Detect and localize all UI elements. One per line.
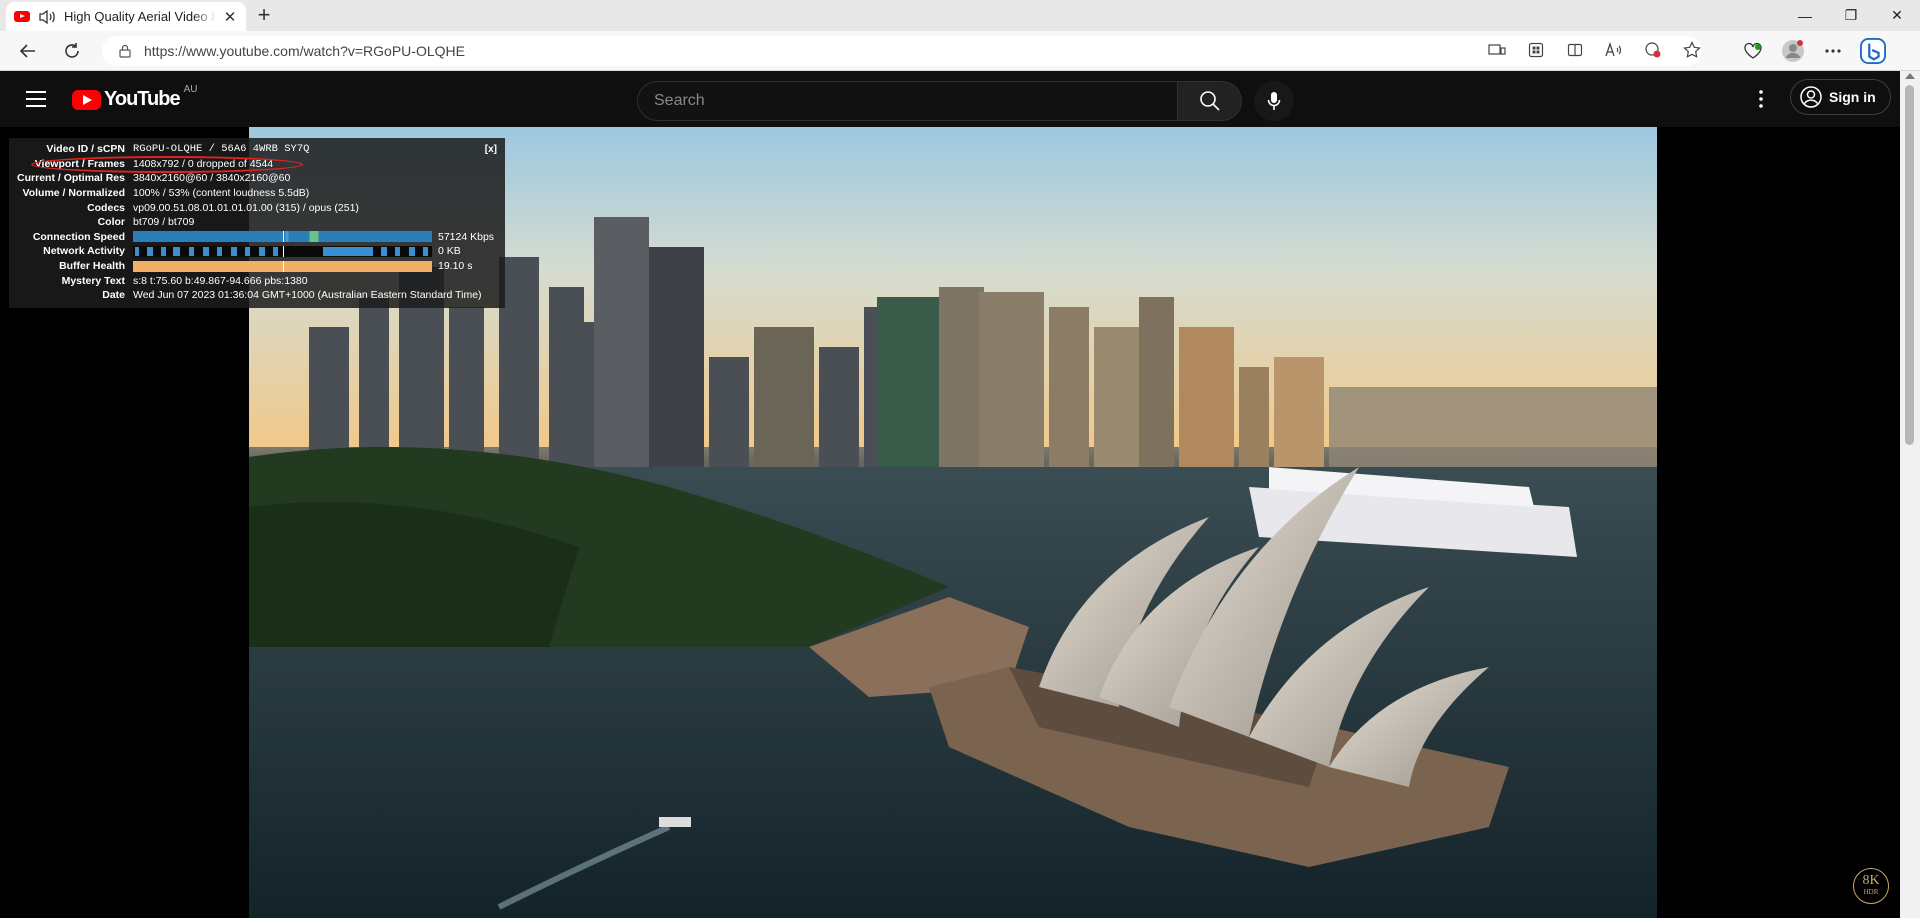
stats-value: s:8 t:75.60 b:49.867-94.666 pbs:1380: [133, 274, 308, 287]
tracking-prevention-icon[interactable]: [1642, 39, 1664, 61]
stats-row: Color bt709 / bt709: [9, 215, 505, 230]
microphone-icon: [1267, 92, 1281, 110]
stats-row: Video ID / sCPN RGoPU-OLQHE / 56A6 4WRB …: [9, 142, 505, 157]
settings-more-icon[interactable]: [1820, 38, 1846, 64]
search-input[interactable]: [637, 81, 1178, 121]
stats-close-button[interactable]: [x]: [485, 144, 497, 155]
stats-label: Video ID / sCPN: [46, 143, 125, 156]
youtube-masthead: YouTube AU Sign in: [0, 71, 1920, 127]
apps-icon[interactable]: [1525, 39, 1547, 61]
stats-label: Mystery Text: [61, 274, 125, 287]
sign-in-label: Sign in: [1829, 89, 1876, 105]
back-button[interactable]: [16, 39, 40, 63]
address-bar[interactable]: https://www.youtube.com/watch?v=RGoPU-OL…: [102, 36, 1702, 66]
stats-row: Date Wed Jun 07 2023 01:36:04 GMT+1000 (…: [9, 288, 505, 303]
youtube-favicon-icon: [14, 11, 30, 22]
sign-in-button[interactable]: Sign in: [1790, 79, 1891, 115]
favorite-star-icon[interactable]: [1681, 39, 1703, 61]
browser-toolbar: https://www.youtube.com/watch?v=RGoPU-OL…: [0, 31, 1920, 71]
read-aloud-icon[interactable]: [1603, 39, 1625, 61]
stats-label: Current / Optimal Res: [17, 172, 125, 185]
buffer-health-graph: [133, 260, 432, 272]
browser-right-tools: [1740, 38, 1886, 64]
profile-avatar-icon[interactable]: [1780, 38, 1806, 64]
refresh-icon: [65, 43, 79, 58]
stats-row: Mystery Text s:8 t:75.60 b:49.867-94.666…: [9, 273, 505, 288]
stats-row: Network Activity 0 KB: [9, 244, 505, 259]
more-vert-icon: [1759, 90, 1763, 108]
logo-wordmark: YouTube: [104, 88, 181, 110]
stats-row: Volume / Normalized 100% / 53% (content …: [9, 186, 505, 201]
stats-value: vp09.00.51.08.01.01.01.01.00 (315) / opu…: [133, 201, 359, 214]
refresh-button[interactable]: [60, 39, 84, 63]
country-code: AU: [183, 84, 198, 95]
scrollbar-thumb[interactable]: [1905, 85, 1914, 445]
8k-hdr-badge: 8K HDR: [1853, 868, 1889, 904]
minimize-button[interactable]: —: [1782, 0, 1828, 31]
stats-value: 57124 Kbps: [438, 230, 495, 243]
stats-label: Codecs: [87, 201, 125, 214]
guide-menu-icon[interactable]: [24, 87, 48, 111]
badge-bottom: HDR: [1863, 888, 1879, 896]
highlight-circle: [31, 156, 303, 173]
stats-row: Current / Optimal Res 3840x2160@60 / 384…: [9, 171, 505, 186]
window-controls: — ❐ ✕: [1782, 0, 1920, 31]
stats-value: bt709 / bt709: [133, 216, 195, 229]
youtube-play-logo-icon: [72, 89, 101, 110]
stats-value: Wed Jun 07 2023 01:36:04 GMT+1000 (Austr…: [133, 289, 482, 302]
stats-value: 0 KB: [438, 245, 461, 258]
speaker-icon[interactable]: [38, 9, 56, 25]
new-tab-button[interactable]: +: [252, 4, 276, 28]
url-text[interactable]: https://www.youtube.com/watch?v=RGoPU-OL…: [144, 43, 465, 59]
page-scrollbar[interactable]: [1900, 71, 1920, 918]
bing-copilot-icon[interactable]: [1860, 38, 1886, 64]
network-activity-graph: [133, 245, 432, 257]
stats-label: Network Activity: [43, 245, 125, 258]
lock-icon[interactable]: [118, 44, 132, 58]
account-circle-icon: [1800, 86, 1822, 108]
address-bar-tools: [1486, 39, 1703, 61]
tab-close-icon[interactable]: ✕: [222, 8, 238, 26]
app-available-icon[interactable]: [1486, 39, 1508, 61]
stats-label: Volume / Normalized: [22, 187, 126, 200]
stats-row: Codecs vp09.00.51.08.01.01.01.01.00 (315…: [9, 200, 505, 215]
stats-value: 3840x2160@60 / 3840x2160@60: [133, 172, 291, 185]
close-window-button[interactable]: ✕: [1874, 0, 1920, 31]
search-icon: [1199, 91, 1220, 111]
stats-value: 100% / 53% (content loudness 5.5dB): [133, 187, 310, 200]
split-screen-icon[interactable]: [1564, 39, 1586, 61]
stats-label: Buffer Health: [59, 260, 125, 273]
stats-value: RGoPU-OLQHE / 56A6 4WRB SY7Q: [133, 143, 310, 156]
browser-tab-active[interactable]: High Quality Aerial Video 8K ✕: [6, 2, 246, 31]
browser-essentials-icon[interactable]: [1740, 38, 1766, 64]
stats-label: Connection Speed: [32, 230, 125, 243]
tab-title: High Quality Aerial Video 8K: [64, 9, 216, 24]
stats-label: Date: [102, 289, 125, 302]
restore-button[interactable]: ❐: [1828, 0, 1874, 31]
browser-tab-strip: High Quality Aerial Video 8K ✕ + — ❐ ✕: [0, 0, 1920, 31]
badge-top: 8K: [1862, 873, 1880, 888]
scroll-up-arrow-icon[interactable]: [1905, 73, 1915, 79]
stats-row: Buffer Health 19.10 s: [9, 259, 505, 274]
stats-row: Connection Speed 57124 Kbps: [9, 230, 505, 245]
stats-value: 19.10 s: [438, 260, 473, 273]
voice-search-button[interactable]: [1254, 81, 1294, 121]
youtube-logo[interactable]: YouTube AU: [72, 84, 197, 111]
search-bar: [637, 81, 1294, 121]
connection-speed-graph: [133, 231, 432, 243]
stats-label: Color: [97, 216, 125, 229]
back-arrow-icon: [19, 44, 35, 58]
settings-dots-button[interactable]: [1749, 87, 1773, 111]
search-button[interactable]: [1178, 81, 1242, 121]
stats-for-nerds-panel: [x] Video ID / sCPN RGoPU-OLQHE / 56A6 4…: [9, 138, 505, 308]
